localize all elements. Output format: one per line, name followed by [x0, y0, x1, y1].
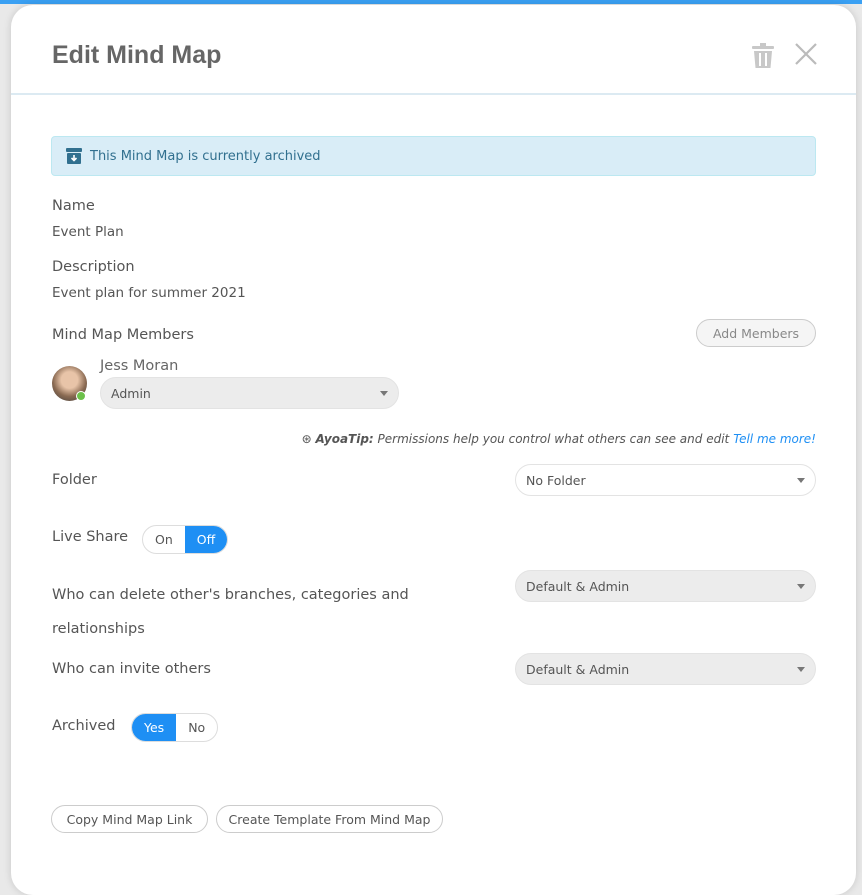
- tip-text: Permissions help you control what others…: [373, 432, 730, 446]
- archived-yes[interactable]: Yes: [132, 714, 177, 741]
- create-template-button[interactable]: Create Template From Mind Map: [216, 805, 443, 833]
- chevron-down-icon: [380, 391, 388, 396]
- archived-toggle: Yes No: [131, 713, 219, 742]
- edit-mind-map-dialog: Edit Mind Map This Mind Map is currently…: [11, 5, 856, 895]
- chevron-down-icon: [797, 667, 805, 672]
- app-top-bar: [0, 0, 862, 4]
- member-role-select[interactable]: Admin: [100, 377, 399, 409]
- invite-permission-select[interactable]: Default & Admin: [515, 653, 816, 685]
- copy-link-button[interactable]: Copy Mind Map Link: [51, 805, 208, 833]
- live-share-on[interactable]: On: [143, 526, 185, 553]
- tell-me-more-link[interactable]: Tell me more!: [733, 432, 816, 446]
- members-label: Mind Map Members: [52, 327, 194, 343]
- dialog-header: Edit Mind Map: [11, 5, 856, 95]
- live-share-toggle: On Off: [142, 525, 229, 554]
- live-share-off[interactable]: Off: [184, 526, 228, 553]
- folder-select[interactable]: No Folder: [515, 464, 816, 496]
- delete-permission-select[interactable]: Default & Admin: [515, 570, 816, 602]
- archived-no[interactable]: No: [176, 714, 217, 741]
- name-label: Name: [52, 198, 95, 214]
- close-icon[interactable]: [795, 43, 817, 65]
- archive-icon: [66, 148, 82, 164]
- chevron-down-icon: [797, 584, 805, 589]
- member-role-value: Admin: [111, 385, 151, 401]
- live-share-label: Live Share: [52, 529, 129, 545]
- invite-permission-value: Default & Admin: [526, 661, 630, 677]
- delete-permission-label: Who can delete other's branches, categor…: [52, 587, 409, 637]
- name-value[interactable]: Event Plan: [52, 224, 124, 240]
- tip-prefix: AyoaTip:: [315, 432, 374, 446]
- description-value[interactable]: Event plan for summer 2021: [52, 285, 246, 301]
- lifebuoy-icon: ⊛: [301, 432, 316, 446]
- alert-text: This Mind Map is currently archived: [90, 148, 321, 164]
- folder-label: Folder: [52, 472, 97, 488]
- ayoa-tip: ⊛ AyoaTip: Permissions help you control …: [302, 432, 816, 446]
- delete-permission-value: Default & Admin: [526, 578, 630, 594]
- trash-icon[interactable]: [752, 43, 774, 69]
- add-members-button[interactable]: Add Members: [696, 319, 816, 347]
- description-label: Description: [52, 259, 135, 275]
- folder-value: No Folder: [526, 472, 586, 488]
- online-status-dot: [76, 391, 86, 401]
- invite-permission-label: Who can invite others: [52, 661, 211, 677]
- archived-label: Archived: [52, 718, 116, 734]
- member-name: Jess Moran: [100, 358, 179, 374]
- archived-alert: This Mind Map is currently archived: [51, 136, 816, 176]
- chevron-down-icon: [797, 478, 805, 483]
- dialog-title: Edit Mind Map: [52, 41, 222, 69]
